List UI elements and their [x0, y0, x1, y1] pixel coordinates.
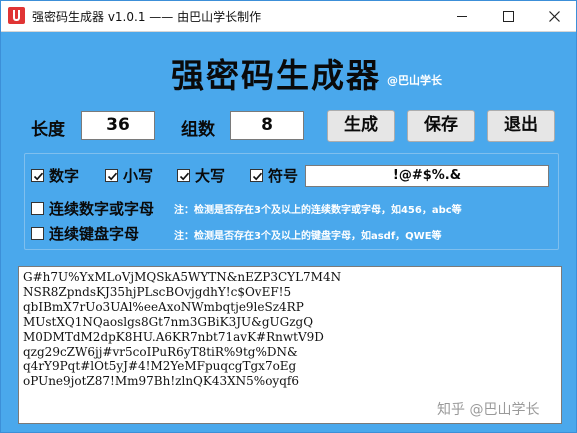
checkbox-box [105, 169, 118, 182]
lowercase-label: 小写 [123, 167, 154, 185]
close-button[interactable] [531, 1, 577, 31]
symbols-label: 符号 [268, 167, 299, 185]
app-window: 强密码生成器 v1.0.1 —— 由巴山学长制作 强密码生成器 @巴山学长 长度… [0, 0, 577, 433]
watermark: 知乎 @巴山学长 [437, 402, 540, 418]
consecutive-keyboard-note: 注：检测是否存在3个及以上的键盘字母，如asdf，QWE等 [174, 231, 442, 242]
maximize-button[interactable] [485, 1, 531, 31]
close-icon [549, 11, 560, 22]
password-line: oPUne9jotZ87!Mm97Bh!zlnQK43XN5%oyqf6 [23, 374, 299, 389]
window-title: 强密码生成器 v1.0.1 —— 由巴山学长制作 [32, 10, 262, 24]
password-line: q4rY9Pqt#lOt5yJ#4!M2YeMFpuqcgTgx7oEg [23, 359, 297, 374]
checkbox-box [31, 169, 44, 182]
check-icon [33, 172, 44, 181]
password-line: qbIBmX7rUo3UAl%eeAxoNWmbqtje9leSz4RP [23, 299, 304, 314]
symbols-input[interactable]: !@#$%.& [305, 165, 549, 187]
length-input[interactable]: 36 [81, 111, 155, 140]
checkbox-box [31, 227, 44, 240]
generate-button[interactable]: 生成 [327, 110, 395, 142]
length-label: 长度 [31, 120, 65, 140]
digits-label: 数字 [49, 167, 80, 185]
password-line: MUstXQ1NQaoslgs8Gt7nm3GBiK3JU&gUGzgQ [23, 314, 314, 329]
password-line: M0DMTdM2dpK8HU.A6KR7nbt71avK#RnwtV9D [23, 329, 324, 344]
checkbox-box [250, 169, 263, 182]
title-bar[interactable]: 强密码生成器 v1.0.1 —— 由巴山学长制作 [1, 1, 576, 32]
consecutive-alnum-note: 注：检测是否存在3个及以上的连续数字或字母，如456，abc等 [174, 205, 462, 216]
checkbox-box [177, 169, 190, 182]
password-line: qzg29cZW6jj#vr5coIPuR6yT8tiR%9tg%DN& [23, 344, 298, 359]
consecutive-alnum-label: 连续数字或字母 [49, 200, 155, 218]
check-icon [179, 172, 190, 181]
check-icon [107, 172, 118, 181]
app-heading: 强密码生成器 [171, 56, 381, 95]
consecutive-keyboard-label: 连续键盘字母 [49, 225, 140, 243]
password-line: NSR8ZpndsKJ35hjPLscBOvjgdhY!c$OvEF!5 [23, 284, 292, 299]
checkbox-box [31, 202, 44, 215]
uppercase-label: 大写 [195, 167, 226, 185]
check-icon [252, 172, 263, 181]
groups-label: 组数 [181, 120, 215, 140]
save-button[interactable]: 保存 [407, 110, 475, 142]
author-tag: @巴山学长 [387, 74, 442, 87]
password-line: G#h7U%YxMLoVjMQSkA5WYTN&nEZP3CYL7M4N [23, 270, 342, 284]
minimize-button[interactable] [439, 1, 485, 31]
app-lock-icon [8, 7, 25, 24]
exit-button[interactable]: 退出 [487, 110, 555, 142]
groups-input[interactable]: 8 [230, 111, 304, 140]
